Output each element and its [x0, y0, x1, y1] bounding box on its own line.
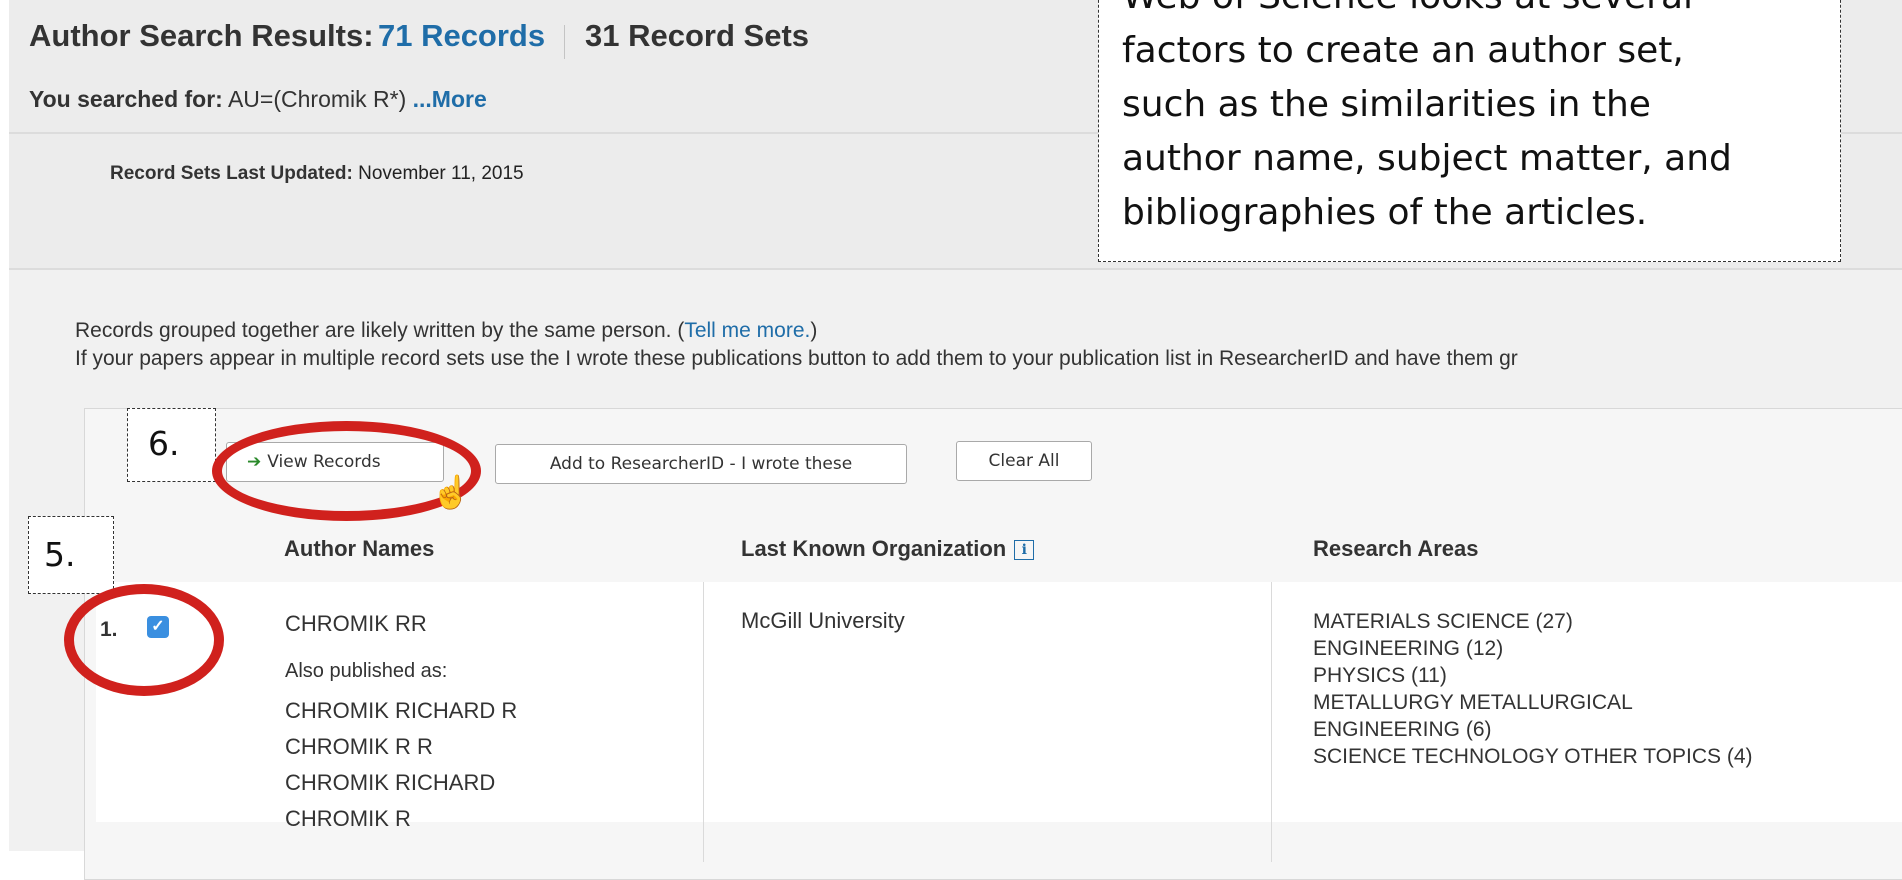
column-divider — [1271, 582, 1272, 862]
info-line-2: If your papers appear in multiple record… — [75, 347, 1518, 370]
title-prefix: Author Search Results: — [29, 18, 374, 53]
callout-line: factors to create an author set, — [1122, 30, 1684, 71]
research-area: ENGINEERING (6) — [1313, 718, 1492, 741]
app-root: Author Search Results: 71 Records 31 Rec… — [0, 0, 1902, 880]
research-area: METALLURGY METALLURGICAL — [1313, 691, 1633, 714]
research-areas-list: MATERIALS SCIENCE (27) ENGINEERING (12) … — [1313, 608, 1753, 770]
alternate-name: CHROMIK R R — [285, 734, 433, 759]
info-text: Records grouped together are likely writ… — [75, 317, 1518, 373]
searched-query: AU=(Chromik R*) — [227, 86, 407, 112]
hand-pointer-icon: ☝ — [431, 474, 471, 510]
callout-line: bibliographies of the articles. — [1122, 192, 1648, 233]
research-area: SCIENCE TECHNOLOGY OTHER TOPICS (4) — [1313, 745, 1753, 768]
searched-label: You searched for: — [29, 86, 223, 112]
callout-line: Web of Science looks at several — [1122, 0, 1834, 24]
info-line-1-suffix: ) — [810, 319, 818, 342]
alternate-name: CHROMIK RICHARD — [285, 770, 496, 795]
last-known-organization: McGill University — [741, 608, 905, 633]
updated-date: November 11, 2015 — [358, 163, 524, 184]
info-icon[interactable]: i — [1014, 540, 1035, 560]
tell-me-more-link[interactable]: Tell me more. — [684, 319, 810, 342]
research-area: MATERIALS SCIENCE (27) — [1313, 610, 1573, 633]
record-sets-count: 31 Record Sets — [585, 18, 810, 53]
column-header-last-organization: Last Known Organization i — [741, 536, 1035, 562]
more-link[interactable]: ...More — [413, 86, 487, 112]
info-line-1-prefix: Records grouped together are likely writ… — [75, 319, 685, 342]
checkbox-highlight — [64, 584, 224, 696]
column-header-author-names[interactable]: Author Names — [284, 536, 434, 562]
research-area: PHYSICS (11) — [1313, 664, 1447, 687]
callout-line: such as the similarities in the — [1122, 84, 1651, 125]
last-updated: Record Sets Last Updated: November 11, 2… — [110, 163, 524, 185]
updated-label: Record Sets Last Updated: — [110, 163, 353, 184]
title-separator — [563, 24, 565, 59]
column-divider — [703, 582, 704, 862]
alternate-name: CHROMIK RICHARD R — [285, 698, 518, 723]
author-name[interactable]: CHROMIK RR — [285, 611, 427, 637]
column-header-last-organization-label: Last Known Organization — [741, 536, 1007, 561]
alternate-names-list: CHROMIK RICHARD R CHROMIK R R CHROMIK RI… — [285, 693, 517, 837]
records-count-link[interactable]: 71 Records — [378, 18, 545, 53]
callout-text: Web of Science looks at several factors … — [1122, 0, 1834, 240]
page-title: Author Search Results: 71 Records 31 Rec… — [29, 18, 809, 59]
info-line-1: Records grouped together are likely writ… — [75, 317, 1518, 345]
callout-line: author name, subject matter, and — [1122, 138, 1732, 179]
clear-all-button[interactable]: Clear All — [956, 441, 1092, 481]
add-to-researcherid-button[interactable]: Add to ResearcherID - I wrote these — [495, 444, 907, 484]
step-6-label: 6. — [148, 424, 180, 463]
also-published-label: Also published as: — [285, 660, 448, 682]
divider — [9, 268, 1902, 270]
step-5-label: 5. — [44, 535, 76, 574]
research-area: ENGINEERING (12) — [1313, 637, 1504, 660]
column-header-research-areas: Research Areas — [1313, 536, 1479, 561]
alternate-name: CHROMIK R — [285, 806, 411, 831]
search-summary: You searched for: AU=(Chromik R*) ...Mor… — [29, 86, 487, 113]
